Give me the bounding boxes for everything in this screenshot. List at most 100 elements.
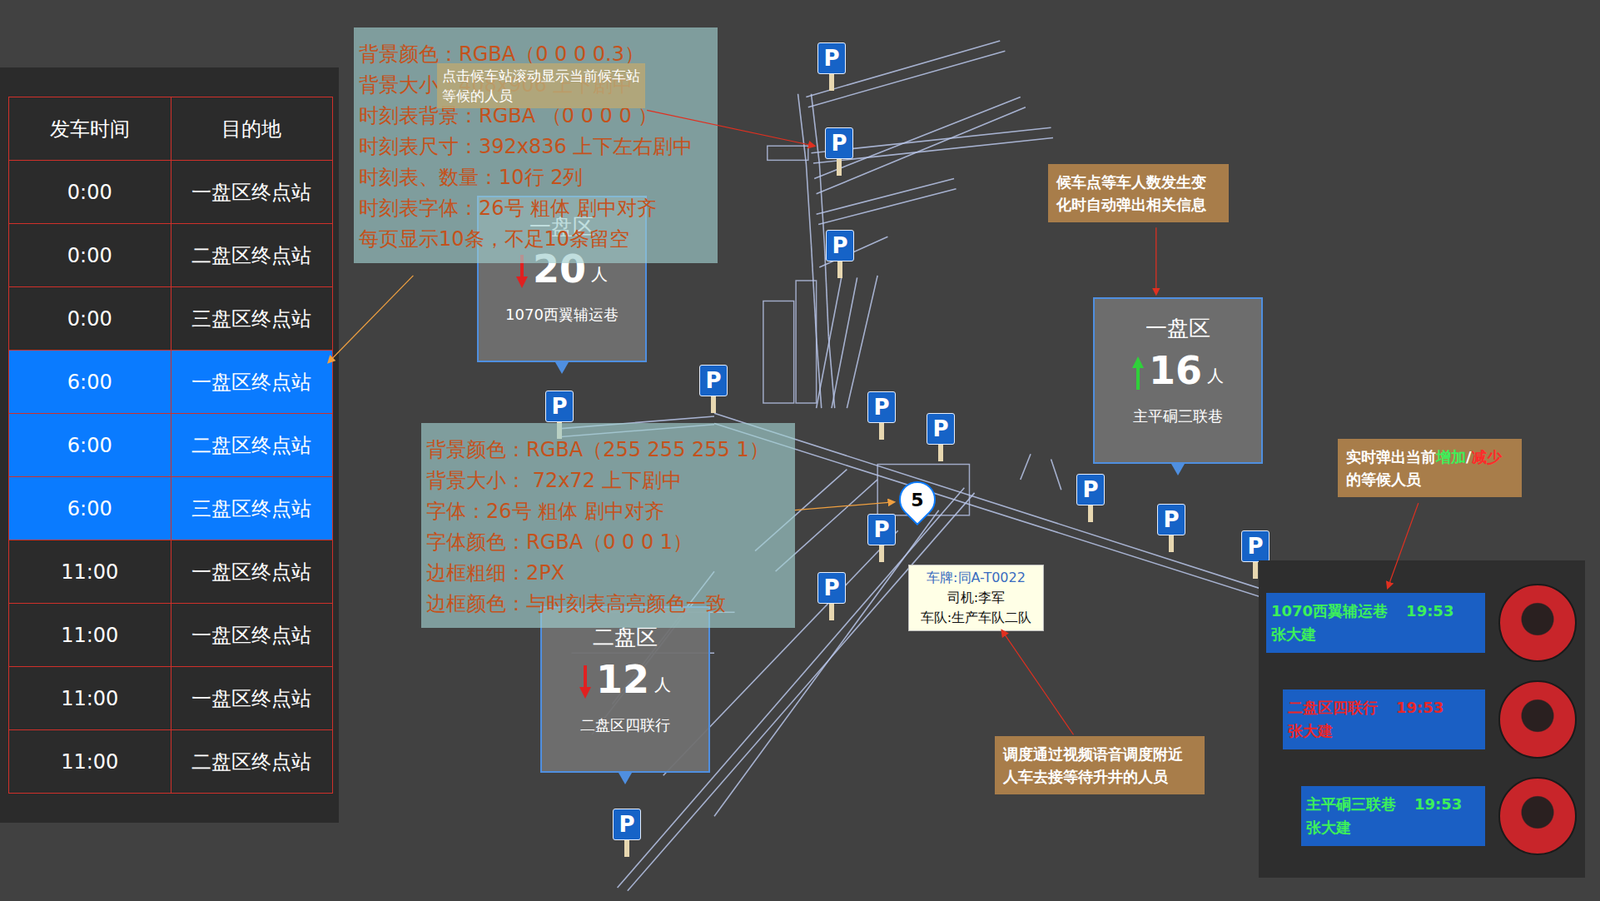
parking-pin[interactable]: P xyxy=(867,391,896,440)
spec-line: 边框粗细：2PX xyxy=(426,557,791,589)
waiting-place: 1070西翼辅运巷 xyxy=(1271,599,1388,623)
spec-line: 边框颜色：与时刻表高亮颜色一致 xyxy=(426,588,791,620)
parking-sign: P xyxy=(1241,530,1270,562)
station-place: 二盘区四联行 xyxy=(580,715,671,736)
column-header: 发车时间 xyxy=(9,97,172,161)
parking-pin[interactable]: P xyxy=(825,229,855,279)
note-text: 调度通过视频语音调度附近人车去接等待升井的人员 xyxy=(1003,745,1183,786)
vehicle-marker[interactable]: 5 xyxy=(899,481,936,518)
destination-cell: 一盘区终点站 xyxy=(170,350,333,414)
parking-post xyxy=(710,396,716,413)
timetable: 发车时间目的地0:00一盘区终点站0:00二盘区终点站0:00三盘区终点站6:0… xyxy=(8,96,333,794)
parking-sign: P xyxy=(1076,473,1105,506)
timetable-panel: 发车时间目的地0:00一盘区终点站0:00二盘区终点站0:00三盘区终点站6:0… xyxy=(0,67,339,823)
vehicle-tooltip: 车牌:同A-T0022司机:李军车队:生产车队二队 xyxy=(908,564,1044,632)
vehicle-info: 车队:生产车队二队 xyxy=(914,607,1039,628)
avatar-photo xyxy=(1498,583,1577,662)
waiting-name: 张大建 xyxy=(1287,719,1481,743)
design-note: 候车点等车人数发生变化时自动弹出相关信息 xyxy=(1048,163,1229,223)
spec-line: 背景大小： 72x72 上下剧中 xyxy=(426,465,791,497)
station-place: 主平硐三联巷 xyxy=(1132,406,1223,427)
hint-label: 点击候车站滚动显示当前候车站等候的人员 xyxy=(437,63,646,109)
spec-line: 字体颜色：RGBA（0 0 0 1） xyxy=(426,526,791,558)
timetable-row[interactable]: 0:00一盘区终点站 xyxy=(9,160,333,224)
vehicle-info: 司机:李军 xyxy=(914,587,1039,608)
parking-pin[interactable]: P xyxy=(612,808,641,857)
arrow-down-icon xyxy=(579,665,592,699)
count-number: 16 xyxy=(1148,351,1203,390)
parking-post xyxy=(1168,535,1174,552)
note-text: 候车点等车人数发生变化时自动弹出相关信息 xyxy=(1056,173,1207,214)
column-header: 目的地 xyxy=(170,97,333,161)
waiting-card: 二盘区四联行19:53张大建 xyxy=(1282,689,1486,750)
destination-cell: 一盘区终点站 xyxy=(170,603,333,667)
destination-cell: 一盘区终点站 xyxy=(170,160,333,224)
parking-sign: P xyxy=(867,513,896,546)
spec-line: 每页显示10条，不足10条留空 xyxy=(358,223,713,255)
time-cell: 0:00 xyxy=(9,223,172,288)
timetable-row[interactable]: 6:00三盘区终点站 xyxy=(9,477,333,541)
count-number: 12 xyxy=(596,660,650,699)
parking-pin[interactable]: P xyxy=(867,513,896,562)
note-text: 实时弹出当前 xyxy=(1346,447,1437,466)
parking-pin[interactable]: P xyxy=(926,412,955,462)
timetable-row[interactable]: 11:00一盘区终点站 xyxy=(9,666,333,731)
parking-pin[interactable]: P xyxy=(817,571,846,621)
time-cell: 11:00 xyxy=(9,603,172,667)
parking-sign: P xyxy=(612,808,641,840)
time-cell: 0:00 xyxy=(9,287,172,351)
note-text: / xyxy=(1465,447,1472,466)
parking-sign: P xyxy=(825,229,855,262)
station-card[interactable]: 二盘区12人二盘区四联行 xyxy=(540,606,711,773)
timetable-row[interactable]: 11:00一盘区终点站 xyxy=(9,540,333,604)
parking-post xyxy=(1088,505,1094,522)
destination-cell: 三盘区终点站 xyxy=(170,477,333,541)
station-count: 16人 xyxy=(1132,351,1224,390)
parking-sign: P xyxy=(926,412,955,445)
time-cell: 11:00 xyxy=(9,666,172,731)
design-note: 调度通过视频语音调度附近人车去接等待升井的人员 xyxy=(994,735,1205,795)
waiting-row[interactable]: 主平硐三联巷19:53张大建 xyxy=(1258,776,1586,855)
destination-cell: 一盘区终点站 xyxy=(170,540,333,604)
waiting-card: 1070西翼辅运巷 19:53张大建 xyxy=(1266,592,1486,653)
destination-cell: 二盘区终点站 xyxy=(170,413,333,478)
time-cell: 6:00 xyxy=(9,350,172,414)
timetable-row[interactable]: 0:00二盘区终点站 xyxy=(9,223,333,288)
timetable-row[interactable]: 0:00三盘区终点站 xyxy=(9,287,333,351)
waiting-list-panel: 1070西翼辅运巷19:53张大建二盘区四联行19:53张大建主平硐三联巷19:… xyxy=(1258,560,1586,878)
waiting-place: 主平硐三联巷 xyxy=(1306,792,1397,816)
note-text: 减少 xyxy=(1471,447,1502,466)
station-card[interactable]: 一盘区16人主平硐三联巷 xyxy=(1093,297,1263,464)
parking-pin[interactable]: P xyxy=(1157,503,1186,552)
timetable-row[interactable]: 6:00一盘区终点站 xyxy=(9,350,333,414)
parking-post xyxy=(836,159,842,176)
timetable-header: 发车时间目的地 xyxy=(9,97,333,161)
parking-pin[interactable]: P xyxy=(699,364,728,413)
waiting-row[interactable]: 二盘区四联行19:53张大建 xyxy=(1258,680,1586,759)
waiting-row[interactable]: 1070西翼辅运巷 19:53张大建 xyxy=(1258,583,1586,662)
timetable-row[interactable]: 11:00一盘区终点站 xyxy=(9,603,333,667)
parking-sign: P xyxy=(817,571,846,604)
destination-cell: 二盘区终点站 xyxy=(170,223,333,288)
spec-line: 字体：26号 粗体 剧中对齐 xyxy=(426,496,791,527)
spec-line: 时刻表字体：26号 粗体 剧中对齐 xyxy=(358,193,713,224)
note-text: 增加 xyxy=(1436,447,1466,466)
station-count: 12人 xyxy=(579,660,671,699)
avatar-photo xyxy=(1498,680,1577,759)
parking-pin[interactable]: P xyxy=(824,127,854,176)
waiting-name: 张大建 xyxy=(1271,622,1481,646)
destination-cell: 一盘区终点站 xyxy=(170,666,333,731)
parking-pin[interactable]: P xyxy=(1076,473,1105,522)
waiting-card: 主平硐三联巷19:53张大建 xyxy=(1301,785,1486,846)
count-unit: 人 xyxy=(1207,364,1224,390)
parking-pin[interactable]: P xyxy=(817,42,846,91)
parking-sign: P xyxy=(817,42,846,75)
timetable-row[interactable]: 6:00二盘区终点站 xyxy=(9,413,333,478)
parking-sign: P xyxy=(1157,503,1186,536)
timetable-row[interactable]: 11:00二盘区终点站 xyxy=(9,730,333,794)
design-note: 实时弹出当前增加/减少的等候人员 xyxy=(1337,438,1522,497)
parking-post xyxy=(938,444,944,462)
waiting-time: 19:53 xyxy=(1406,599,1454,623)
avatar-photo xyxy=(1498,776,1577,855)
parking-post xyxy=(829,74,835,91)
